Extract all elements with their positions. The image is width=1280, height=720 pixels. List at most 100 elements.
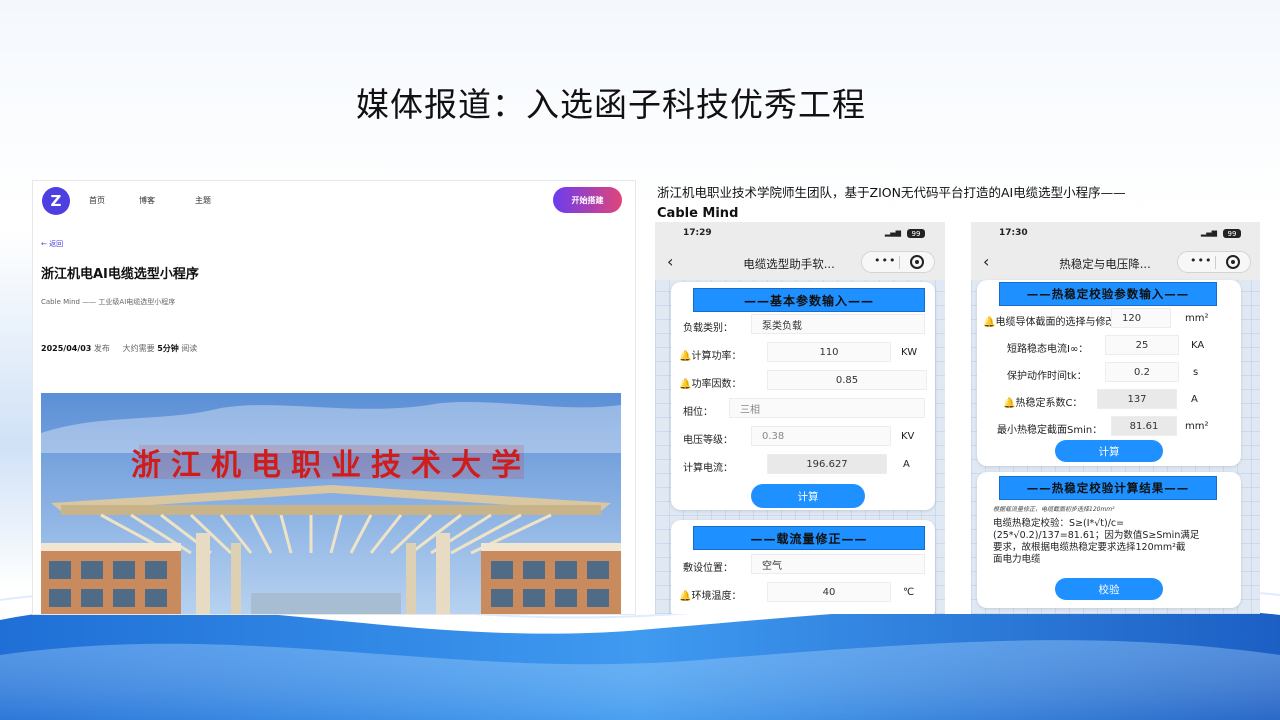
- unit-kv: KV: [901, 431, 915, 442]
- section-header-thermal-input: ——热稳定校验参数输入——: [999, 282, 1217, 306]
- voltage-input[interactable]: 0.38: [751, 426, 891, 446]
- nav-home[interactable]: 首页: [89, 195, 105, 206]
- page-title: 热稳定与电压降...: [1059, 257, 1151, 271]
- publish-suffix: 发布: [93, 344, 110, 353]
- unit-a: A: [903, 459, 910, 470]
- gate-sign-text: 浙江机电职业技术大学: [131, 448, 531, 483]
- status-bar: 17:30 ▂▄▆ 99: [971, 222, 1260, 244]
- status-time: 17:29: [683, 228, 712, 238]
- label-ambient-temp: 🔔环境温度：: [679, 587, 741, 602]
- menu-capsule[interactable]: •••: [1177, 251, 1251, 273]
- campus-gate-photo: 浙江机电职业技术大学: [41, 393, 621, 614]
- label-laying-position: 敷设位置：: [683, 563, 733, 574]
- miniprogram-screenshots: 17:29 ▂▄▆ 99 ‹ 电缆选型助手软... ••• ——基本参数输入——…: [647, 222, 1260, 614]
- capsule-divider: [1215, 256, 1216, 269]
- campus-gate-illustration: 浙江机电职业技术大学: [41, 393, 621, 614]
- ambient-temp-input[interactable]: 40: [767, 582, 891, 602]
- thermal-coeff-output: 137: [1097, 389, 1177, 409]
- slide-title: 媒体报道：入选函子科技优秀工程: [356, 85, 866, 124]
- unit-mm2: mm²: [1185, 421, 1209, 432]
- publish-date: 2025/04/03: [41, 344, 92, 353]
- website-screenshot: Z 首页 博客 主题 开始搭建 ← 返回 浙江机电AI电缆选型小程序 Cable…: [32, 180, 636, 615]
- calculate-button[interactable]: 计算: [1055, 440, 1163, 462]
- menu-capsule[interactable]: •••: [861, 251, 935, 273]
- mini-program-titlebar: ‹ 热稳定与电压降... •••: [971, 244, 1260, 280]
- nav-theme[interactable]: 主题: [195, 195, 211, 206]
- article-title: 浙江机电AI电缆选型小程序: [41, 267, 199, 282]
- read-prefix: 大约需要: [122, 344, 155, 353]
- unit-celsius: ℃: [903, 587, 915, 598]
- verify-button[interactable]: 校验: [1055, 578, 1163, 600]
- nav-blog[interactable]: 博客: [139, 195, 155, 206]
- unit-kw: KW: [901, 347, 918, 358]
- status-bar: 17:29 ▂▄▆ 99: [655, 222, 945, 244]
- thermal-results-card: ——热稳定校验计算结果—— 根据载流量修正，电缆截面初步选择120mm² 电缆热…: [977, 472, 1241, 608]
- label-conductor-section-text: 电缆导体截面的选择与修改：: [995, 317, 1126, 328]
- protection-time-input[interactable]: 0.2: [1105, 362, 1179, 382]
- project-caption: 浙江机电职业技术学院师生团队，基于ZION无代码平台打造的AI电缆选型小程序——…: [657, 182, 1217, 224]
- label-min-section: 最小热稳定截面Smin：: [997, 425, 1103, 436]
- article-subtitle: Cable Mind —— 工业级AI电缆选型小程序: [41, 298, 176, 306]
- conductor-section-input[interactable]: 120: [1111, 308, 1171, 328]
- battery-icon: 99: [1223, 229, 1241, 238]
- close-miniprogram-icon[interactable]: [910, 255, 924, 269]
- start-building-button[interactable]: 开始搭建: [553, 187, 622, 213]
- section-header-ampacity: ——载流量修正——: [693, 526, 925, 550]
- back-arrow-icon[interactable]: ‹: [983, 252, 989, 271]
- label-ambient-temp-text: 环境温度：: [691, 591, 742, 602]
- label-voltage: 电压等级：: [683, 435, 733, 446]
- phase-field[interactable]: 三相: [729, 398, 925, 418]
- min-section-output: 81.61: [1111, 416, 1177, 436]
- load-type-field[interactable]: 泵类负载: [751, 314, 925, 334]
- laying-position-field[interactable]: 空气: [751, 554, 925, 574]
- section-header-basic: ——基本参数输入——: [693, 288, 925, 312]
- power-factor-input[interactable]: 0.85: [767, 370, 927, 390]
- label-calc-power: 🔔计算功率：: [679, 347, 741, 362]
- unit-a: A: [1191, 394, 1198, 405]
- calc-power-input[interactable]: 110: [767, 342, 891, 362]
- warning-bell-icon: 🔔: [983, 317, 996, 328]
- calc-current-output: 196.627: [767, 454, 887, 474]
- selection-note: 根据载流量修正，电缆截面初步选择120mm²: [993, 506, 1115, 513]
- result-line: 面电力电缆: [993, 554, 1041, 565]
- more-icon[interactable]: •••: [1190, 254, 1212, 267]
- label-conductor-section: 🔔电缆导体截面的选择与修改：: [983, 313, 1125, 328]
- label-thermal-coeff-text: 热稳定系数C：: [1015, 398, 1083, 409]
- label-power-factor-text: 功率因数：: [691, 379, 742, 390]
- label-calc-current: 计算电流：: [683, 463, 733, 474]
- section-header-thermal-result: ——热稳定校验计算结果——: [999, 476, 1217, 500]
- unit-s: s: [1193, 367, 1199, 378]
- phone-screen-thermal-stability: 17:30 ▂▄▆ 99 ‹ 热稳定与电压降... ••• ——热稳定校验参数输…: [971, 222, 1260, 614]
- mini-program-titlebar: ‹ 电缆选型助手软... •••: [655, 244, 945, 280]
- page-title: 电缆选型助手软...: [743, 257, 835, 271]
- basic-params-card: ——基本参数输入—— 负载类别： 泵类负载 🔔计算功率： 110 KW 🔔功率因…: [671, 282, 935, 510]
- warning-bell-icon: 🔔: [679, 591, 692, 602]
- more-icon[interactable]: •••: [874, 254, 896, 267]
- signal-icon: ▂▄▆: [1200, 229, 1217, 237]
- label-power-factor: 🔔功率因数：: [679, 375, 741, 390]
- unit-mm2: mm²: [1185, 313, 1209, 324]
- status-time: 17:30: [999, 228, 1028, 238]
- result-line: 要求，故根据电缆热稳定要求选择120mm²截: [993, 542, 1186, 553]
- result-line: 电缆热稳定校验：S≥(I*√t)/c=: [993, 518, 1125, 529]
- zion-logo-icon[interactable]: Z: [42, 187, 70, 215]
- warning-bell-icon: 🔔: [679, 379, 692, 390]
- battery-icon: 99: [907, 229, 925, 238]
- warning-bell-icon: 🔔: [679, 351, 692, 362]
- caption-line-1: 浙江机电职业技术学院师生团队，基于ZION无代码平台打造的AI电缆选型小程序——: [657, 185, 1126, 200]
- short-circuit-current-input[interactable]: 25: [1105, 335, 1179, 355]
- signal-icon: ▂▄▆: [884, 229, 901, 237]
- thermal-result-text: 电缆热稳定校验：S≥(I*√t)/c= (25*√0.2)/137=81.61；…: [993, 518, 1233, 566]
- label-calc-power-text: 计算功率：: [691, 351, 742, 362]
- label-protection-time: 保护动作时间tk：: [1007, 371, 1087, 382]
- close-miniprogram-icon[interactable]: [1226, 255, 1240, 269]
- back-arrow-icon[interactable]: ‹: [667, 252, 673, 271]
- ampacity-correction-card: ——载流量修正—— 敷设位置： 空气 🔔环境温度： 40 ℃: [671, 520, 935, 614]
- result-line: (25*√0.2)/137=81.61；因为数值S≥Smin满足: [993, 530, 1200, 541]
- back-link[interactable]: ← 返回: [41, 239, 63, 249]
- calculate-button[interactable]: 计算: [751, 484, 865, 508]
- phone-screen-cable-selection: 17:29 ▂▄▆ 99 ‹ 电缆选型助手软... ••• ——基本参数输入——…: [655, 222, 945, 614]
- label-phase: 相位：: [683, 407, 713, 418]
- article-meta: 2025/04/03 发布 大约需要 5分钟 阅读: [41, 343, 197, 354]
- label-thermal-coeff: 🔔热稳定系数C：: [1003, 394, 1082, 409]
